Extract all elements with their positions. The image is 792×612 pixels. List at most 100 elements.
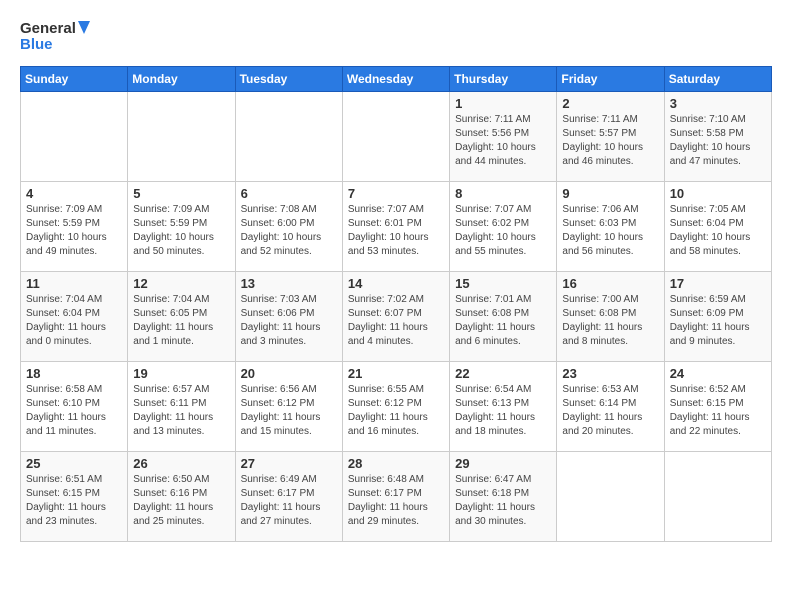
day-info: Sunrise: 6:59 AM Sunset: 6:09 PM Dayligh…	[670, 293, 766, 349]
calendar-cell: 25 Sunrise: 6:51 AM Sunset: 6:15 PM Dayli…	[21, 452, 128, 542]
calendar-week-row: 18Sunrise: 6:58 AM Sunset: 6:10 PM Dayli…	[21, 362, 772, 452]
day-number: 22	[455, 366, 551, 381]
day-info: Sunrise: 7:10 AM Sunset: 5:58 PM Dayligh…	[670, 113, 766, 169]
calendar-cell: 16 Sunrise: 7:00 AM Sunset: 6:08 PM Dayli…	[557, 272, 664, 362]
calendar-cell: 14 Sunrise: 7:02 AM Sunset: 6:07 PM Dayli…	[342, 272, 449, 362]
calendar-cell: 19 Sunrise: 6:57 AM Sunset: 6:11 PM Dayli…	[128, 362, 235, 452]
day-number: 16	[562, 276, 658, 291]
weekday-header-thursday: Thursday	[450, 67, 557, 92]
day-info: Sunrise: 7:09 AM Sunset: 5:59 PM Dayligh…	[133, 203, 229, 259]
day-info: Sunrise: 6:57 AM Sunset: 6:11 PM Dayligh…	[133, 383, 229, 439]
day-info: Sunrise: 7:04 AM Sunset: 6:04 PM Dayligh…	[26, 293, 122, 349]
day-number: 4	[26, 186, 122, 201]
calendar-cell	[664, 452, 771, 542]
day-number: 19	[133, 366, 229, 381]
day-number: 1	[455, 96, 551, 111]
calendar-cell: 5 Sunrise: 7:09 AM Sunset: 5:59 PM Daylig…	[128, 182, 235, 272]
day-number: 21	[348, 366, 444, 381]
calendar-cell: 26 Sunrise: 6:50 AM Sunset: 6:16 PM Dayli…	[128, 452, 235, 542]
calendar-cell: 22 Sunrise: 6:54 AM Sunset: 6:13 PM Dayli…	[450, 362, 557, 452]
day-number: 13	[241, 276, 337, 291]
day-info: Sunrise: 6:50 AM Sunset: 6:16 PM Dayligh…	[133, 473, 229, 529]
day-number: 6	[241, 186, 337, 201]
weekday-header-sunday: Sunday	[21, 67, 128, 92]
calendar-cell: 24 Sunrise: 6:52 AM Sunset: 6:15 PM Dayli…	[664, 362, 771, 452]
svg-text:General: General	[20, 20, 76, 37]
calendar-cell: 7 Sunrise: 7:07 AM Sunset: 6:01 PM Daylig…	[342, 182, 449, 272]
day-number: 25	[26, 456, 122, 471]
calendar-cell: 21 Sunrise: 6:55 AM Sunset: 6:12 PM Dayli…	[342, 362, 449, 452]
day-info: Sunrise: 7:02 AM Sunset: 6:07 PM Dayligh…	[348, 293, 444, 349]
day-number: 15	[455, 276, 551, 291]
day-number: 24	[670, 366, 766, 381]
calendar-week-row: 1 Sunrise: 7:11 AM Sunset: 5:56 PM Daylig…	[21, 92, 772, 182]
day-number: 2	[562, 96, 658, 111]
calendar-body: 1 Sunrise: 7:11 AM Sunset: 5:56 PM Daylig…	[21, 92, 772, 542]
day-number: 27	[241, 456, 337, 471]
calendar-cell: 23Sunrise: 6:53 AM Sunset: 6:14 PM Dayli…	[557, 362, 664, 452]
calendar-week-row: 4 Sunrise: 7:09 AM Sunset: 5:59 PM Daylig…	[21, 182, 772, 272]
day-info: Sunrise: 6:53 AM Sunset: 6:14 PM Dayligh…	[562, 383, 658, 439]
day-info: Sunrise: 7:06 AM Sunset: 6:03 PM Dayligh…	[562, 203, 658, 259]
header: GeneralBlue	[20, 16, 772, 56]
day-number: 20	[241, 366, 337, 381]
svg-text:Blue: Blue	[20, 36, 53, 53]
day-number: 17	[670, 276, 766, 291]
day-number: 3	[670, 96, 766, 111]
calendar-cell: 27 Sunrise: 6:49 AM Sunset: 6:17 PM Dayli…	[235, 452, 342, 542]
calendar-cell: 9 Sunrise: 7:06 AM Sunset: 6:03 PM Daylig…	[557, 182, 664, 272]
calendar-cell: 29 Sunrise: 6:47 AM Sunset: 6:18 PM Dayli…	[450, 452, 557, 542]
day-info: Sunrise: 7:03 AM Sunset: 6:06 PM Dayligh…	[241, 293, 337, 349]
day-info: Sunrise: 6:52 AM Sunset: 6:15 PM Dayligh…	[670, 383, 766, 439]
calendar-cell: 17 Sunrise: 6:59 AM Sunset: 6:09 PM Dayli…	[664, 272, 771, 362]
day-info: Sunrise: 6:49 AM Sunset: 6:17 PM Dayligh…	[241, 473, 337, 529]
calendar-table: SundayMondayTuesdayWednesdayThursdayFrid…	[20, 66, 772, 542]
weekday-header-tuesday: Tuesday	[235, 67, 342, 92]
day-number: 29	[455, 456, 551, 471]
weekday-header-friday: Friday	[557, 67, 664, 92]
calendar-cell	[557, 452, 664, 542]
calendar-cell: 6Sunrise: 7:08 AM Sunset: 6:00 PM Daylig…	[235, 182, 342, 272]
day-number: 28	[348, 456, 444, 471]
calendar-cell: 2 Sunrise: 7:11 AM Sunset: 5:57 PM Daylig…	[557, 92, 664, 182]
day-info: Sunrise: 6:47 AM Sunset: 6:18 PM Dayligh…	[455, 473, 551, 529]
calendar-cell: 12Sunrise: 7:04 AM Sunset: 6:05 PM Dayli…	[128, 272, 235, 362]
day-number: 7	[348, 186, 444, 201]
calendar-cell: 28 Sunrise: 6:48 AM Sunset: 6:17 PM Dayli…	[342, 452, 449, 542]
day-info: Sunrise: 7:07 AM Sunset: 6:01 PM Dayligh…	[348, 203, 444, 259]
day-number: 10	[670, 186, 766, 201]
day-info: Sunrise: 6:51 AM Sunset: 6:15 PM Dayligh…	[26, 473, 122, 529]
day-number: 5	[133, 186, 229, 201]
day-info: Sunrise: 6:54 AM Sunset: 6:13 PM Dayligh…	[455, 383, 551, 439]
calendar-week-row: 25 Sunrise: 6:51 AM Sunset: 6:15 PM Dayli…	[21, 452, 772, 542]
day-info: Sunrise: 7:00 AM Sunset: 6:08 PM Dayligh…	[562, 293, 658, 349]
logo-svg: GeneralBlue	[20, 16, 100, 56]
calendar-cell: 13 Sunrise: 7:03 AM Sunset: 6:06 PM Dayli…	[235, 272, 342, 362]
day-info: Sunrise: 6:55 AM Sunset: 6:12 PM Dayligh…	[348, 383, 444, 439]
day-info: Sunrise: 7:01 AM Sunset: 6:08 PM Dayligh…	[455, 293, 551, 349]
day-number: 14	[348, 276, 444, 291]
weekday-header-saturday: Saturday	[664, 67, 771, 92]
day-info: Sunrise: 7:07 AM Sunset: 6:02 PM Dayligh…	[455, 203, 551, 259]
day-number: 26	[133, 456, 229, 471]
calendar-cell: 1 Sunrise: 7:11 AM Sunset: 5:56 PM Daylig…	[450, 92, 557, 182]
calendar-cell: 3 Sunrise: 7:10 AM Sunset: 5:58 PM Daylig…	[664, 92, 771, 182]
weekday-header-row: SundayMondayTuesdayWednesdayThursdayFrid…	[21, 67, 772, 92]
day-info: Sunrise: 7:05 AM Sunset: 6:04 PM Dayligh…	[670, 203, 766, 259]
calendar-cell	[342, 92, 449, 182]
calendar-cell: 4 Sunrise: 7:09 AM Sunset: 5:59 PM Daylig…	[21, 182, 128, 272]
calendar-cell	[21, 92, 128, 182]
calendar-cell: 8 Sunrise: 7:07 AM Sunset: 6:02 PM Daylig…	[450, 182, 557, 272]
day-info: Sunrise: 6:48 AM Sunset: 6:17 PM Dayligh…	[348, 473, 444, 529]
day-info: Sunrise: 7:09 AM Sunset: 5:59 PM Dayligh…	[26, 203, 122, 259]
day-number: 8	[455, 186, 551, 201]
weekday-header-monday: Monday	[128, 67, 235, 92]
day-info: Sunrise: 7:11 AM Sunset: 5:56 PM Dayligh…	[455, 113, 551, 169]
day-info: Sunrise: 7:11 AM Sunset: 5:57 PM Dayligh…	[562, 113, 658, 169]
calendar-cell: 11Sunrise: 7:04 AM Sunset: 6:04 PM Dayli…	[21, 272, 128, 362]
day-info: Sunrise: 6:56 AM Sunset: 6:12 PM Dayligh…	[241, 383, 337, 439]
calendar-cell: 15 Sunrise: 7:01 AM Sunset: 6:08 PM Dayli…	[450, 272, 557, 362]
day-number: 9	[562, 186, 658, 201]
calendar-cell	[128, 92, 235, 182]
logo: GeneralBlue	[20, 16, 100, 56]
